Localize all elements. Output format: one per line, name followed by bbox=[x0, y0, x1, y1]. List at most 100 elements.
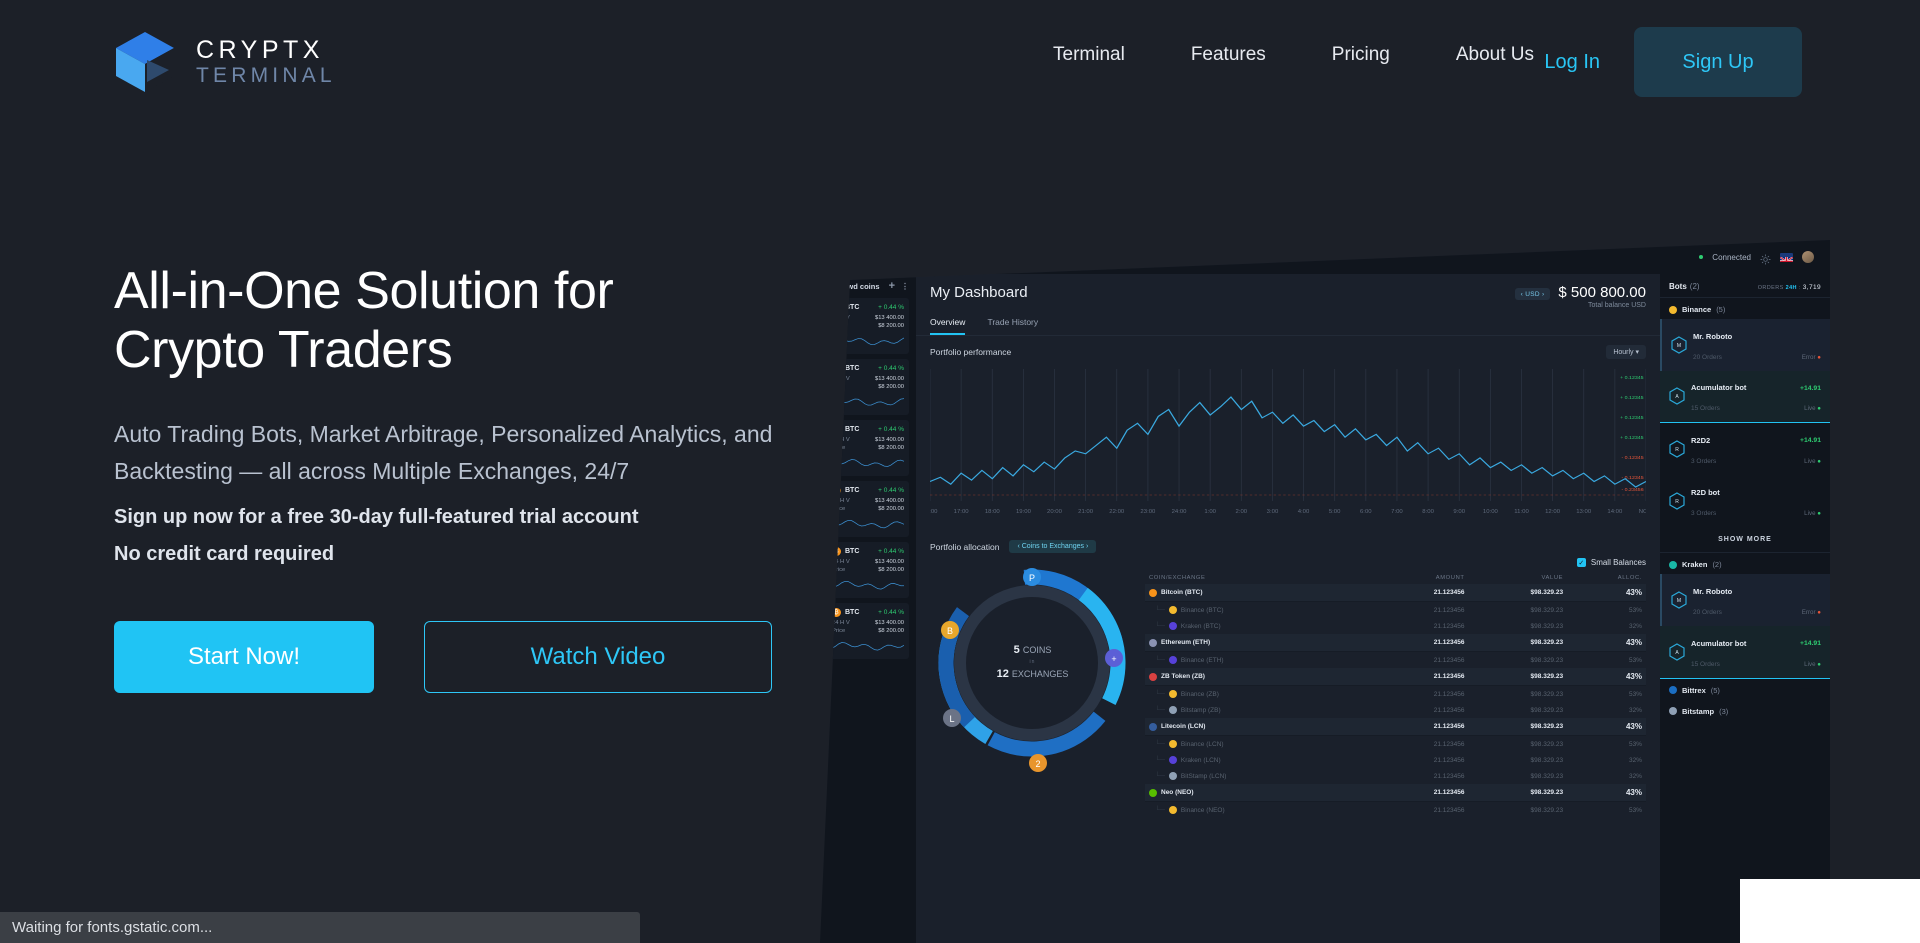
exchange-icon bbox=[1669, 707, 1677, 716]
svg-text:24:00: 24:00 bbox=[1172, 509, 1187, 514]
asset-amount: 21.123456 bbox=[1433, 639, 1465, 646]
start-now-button[interactable]: Start Now! bbox=[114, 621, 374, 693]
table-row[interactable]: Ethereum (ETH) 21.123456 $98.329.23 43% bbox=[1145, 634, 1646, 652]
connection-status-label: Connected bbox=[1712, 252, 1751, 262]
coin-price-value: $8 200.00 bbox=[878, 384, 904, 390]
mockup-topbar: CRYPTX TERMINAL Dashboard Trade Bots Mar… bbox=[820, 240, 1830, 274]
nav-item-features[interactable]: Features bbox=[1158, 44, 1299, 66]
asset-alloc: 32% bbox=[1628, 622, 1642, 630]
pinned-coin-card[interactable]: ₿ BTC + 0.44 % 24 H V $13 400.00 Price $8 200.… bbox=[827, 603, 909, 659]
bot-row[interactable]: A Acumulator bot 15 Orders +14.91 Live ● bbox=[1660, 370, 1830, 424]
log-in-link[interactable]: Log In bbox=[1510, 27, 1634, 97]
sign-up-button[interactable]: Sign Up bbox=[1634, 27, 1802, 97]
table-row[interactable]: └─ Kraken (LCN) 21.123456 $98.329.23 32% bbox=[1145, 752, 1646, 768]
asset-name: Binance (ZB) bbox=[1180, 690, 1219, 698]
bot-row[interactable]: M Mr. Roboto 20 Orders Error ● bbox=[1660, 319, 1830, 371]
portfolio-allocation-title: Portfolio allocation bbox=[930, 541, 1000, 552]
bot-exchange-header[interactable]: Binance (5) bbox=[1660, 298, 1830, 319]
uk-flag-icon[interactable] bbox=[1780, 252, 1793, 262]
browser-status-bar: Waiting for fonts.gstatic.com... bbox=[0, 912, 640, 943]
coin-icon: ₿ bbox=[832, 303, 841, 312]
asset-icon bbox=[1168, 622, 1177, 630]
page-corner-decoration bbox=[1740, 879, 1920, 943]
bots-groups: Binance (5) M Mr. Roboto 20 Orders Error ● A Ac… bbox=[1660, 298, 1830, 721]
small-balances-toggle[interactable]: ✓ Small Balances bbox=[1145, 558, 1646, 572]
user-avatar[interactable] bbox=[1802, 251, 1814, 263]
table-row[interactable]: ZB Token (ZB) 21.123456 $98.329.23 43% bbox=[1145, 668, 1646, 686]
small-balances-checkbox-icon[interactable]: ✓ bbox=[1576, 558, 1586, 567]
asset-name: BitStamp (LCN) bbox=[1180, 772, 1227, 780]
asset-alloc: 43% bbox=[1625, 638, 1642, 647]
bot-row[interactable]: R R2D bot 3 Orders Live ● bbox=[1660, 475, 1830, 527]
show-more-bots-button[interactable]: SHOW MORE bbox=[1660, 526, 1830, 554]
pinned-coin-card[interactable]: ₿ BTC + 0.44 % 24 H V $13 400.00 Price $8 200.… bbox=[827, 481, 909, 537]
table-row[interactable]: Neo (NEO) 21.123456 $98.329.23 43% bbox=[1145, 784, 1646, 802]
svg-text:2: 2 bbox=[1035, 759, 1040, 769]
asset-name: Kraken (BTC) bbox=[1180, 622, 1221, 630]
nav-item-terminal[interactable]: Terminal bbox=[1020, 44, 1158, 66]
asset-value: $98.329.23 bbox=[1530, 740, 1564, 748]
table-row[interactable]: └─ Binance (BTC) 21.123456 $98.329.23 53% bbox=[1145, 602, 1646, 618]
coins-to-exchanges-toggle[interactable]: ‹ Coins to Exchanges › bbox=[1009, 540, 1097, 553]
currency-selector[interactable]: ‹ USD › bbox=[1514, 288, 1551, 300]
interval-dropdown[interactable]: Hourly ▾ bbox=[1606, 345, 1646, 359]
coin-symbol: BTC bbox=[845, 365, 860, 372]
table-row[interactable]: └─ Binance (ETH) 21.123456 $98.329.23 53% bbox=[1145, 652, 1646, 668]
bot-row[interactable]: A Acumulator bot 15 Orders +14.91 Live ● bbox=[1660, 625, 1830, 679]
brand-name-primary: CRYPTX bbox=[196, 36, 324, 65]
bots-panel: Bots (2) ORDERS 24H : 3,719 Binance (5) M M… bbox=[1660, 274, 1830, 943]
asset-name: Binance (ETH) bbox=[1180, 656, 1224, 664]
nav-item-pricing[interactable]: Pricing bbox=[1299, 44, 1423, 66]
orders-period: 24H bbox=[1785, 285, 1797, 291]
subtab-overview[interactable]: Overview bbox=[930, 317, 966, 335]
pinned-coin-card[interactable]: ₿ BTC + 0.44 % 24 H V $13 400.00 Price $8 200.… bbox=[827, 359, 909, 415]
bot-row[interactable]: M Mr. Roboto 20 Orders Error ● bbox=[1660, 574, 1830, 626]
table-row[interactable]: └─ BitStamp (LCN) 21.123456 $98.329.23 32% bbox=[1145, 768, 1646, 784]
pinned-coin-card[interactable]: ₿ BTC + 0.44 % 24 H V $13 400.00 Price $8 200.… bbox=[827, 542, 909, 598]
coin-sparkline bbox=[831, 580, 904, 590]
dashboard-mockup: CRYPTX TERMINAL Dashboard Trade Bots Mar… bbox=[820, 240, 1830, 943]
bot-exchange-header[interactable]: Bittrex (5) bbox=[1660, 679, 1830, 700]
table-row[interactable]: Bitcoin (BTC) 21.123456 $98.329.23 43% bbox=[1145, 584, 1646, 602]
coin-volume-label: 24 H V bbox=[832, 558, 850, 565]
table-row[interactable]: └─ Binance (NEO) 21.123456 $98.329.23 53% bbox=[1145, 802, 1646, 818]
coin-change: + 0.44 % bbox=[878, 487, 904, 494]
total-balance-label: Total balance USD bbox=[1588, 302, 1646, 309]
brand-logo[interactable]: CRYPTX TERMINAL bbox=[114, 30, 336, 94]
more-options-icon[interactable]: ⋮ bbox=[901, 282, 909, 291]
cube-logo-icon bbox=[114, 30, 176, 94]
watch-video-button[interactable]: Watch Video bbox=[424, 621, 772, 693]
bot-exchange-header[interactable]: Kraken (2) bbox=[1660, 553, 1830, 574]
asset-amount: 21.123456 bbox=[1433, 706, 1465, 714]
bot-row[interactable]: R R2D2 3 Orders +14.91 Live ● bbox=[1660, 423, 1830, 475]
bot-exchange-header[interactable]: Bitstamp (3) bbox=[1660, 700, 1830, 721]
bot-hexagon-icon: M bbox=[1671, 591, 1687, 609]
tree-connector-icon: └─ bbox=[1155, 740, 1165, 748]
subtab-trade-history[interactable]: Trade History bbox=[987, 317, 1038, 335]
mockup-tab-bots[interactable]: Bots bbox=[1075, 248, 1119, 266]
table-row[interactable]: Litecoin (LCN) 21.123456 $98.329.23 43% bbox=[1145, 718, 1646, 736]
table-row[interactable]: └─ Bitstamp (ZB) 21.123456 $98.329.23 32% bbox=[1145, 702, 1646, 718]
exchange-bot-count: (5) bbox=[1716, 305, 1726, 314]
asset-amount: 21.123456 bbox=[1433, 806, 1465, 814]
coin-volume-label: 24 H V bbox=[832, 436, 850, 443]
pinned-coin-card[interactable]: ₿ BTC + 0.44 % 24 H V $13 400.00 Price $8 200.… bbox=[827, 420, 909, 476]
brightness-icon[interactable] bbox=[1760, 252, 1771, 265]
mockup-tab-markets[interactable]: Markets bbox=[1119, 248, 1177, 266]
svg-text:18:00: 18:00 bbox=[985, 509, 1000, 514]
table-row[interactable]: └─ Binance (LCN) 21.123456 $98.329.23 53% bbox=[1145, 736, 1646, 752]
mockup-tab-trade[interactable]: Trade bbox=[1026, 248, 1075, 266]
allocation-table-header: COIN/EXCHANGE AMOUNT VALUE ALLOC. bbox=[1145, 572, 1646, 584]
mockup-tab-dashboard[interactable]: Dashboard bbox=[956, 248, 1027, 266]
asset-alloc: 32% bbox=[1628, 706, 1642, 714]
coin-sparkline bbox=[831, 459, 905, 467]
asset-icon bbox=[1149, 788, 1157, 797]
table-row[interactable]: └─ Kraken (BTC) 21.123456 $98.329.23 32% bbox=[1145, 618, 1646, 634]
table-row[interactable]: └─ Binance (ZB) 21.123456 $98.329.23 53% bbox=[1145, 686, 1646, 702]
hero-no-card-note: No credit card required bbox=[114, 543, 335, 565]
coin-price-label: Price bbox=[832, 506, 846, 512]
pinned-coin-card[interactable]: ₿ BTC + 0.44 % 24 H V $13 400.00 Price $8 200.… bbox=[827, 298, 909, 354]
svg-text:M: M bbox=[1677, 598, 1681, 604]
dashboard-header: My Dashboard ‹ USD › $ 500 800.00 Total … bbox=[916, 274, 1660, 309]
add-coin-icon[interactable]: + bbox=[889, 281, 895, 292]
